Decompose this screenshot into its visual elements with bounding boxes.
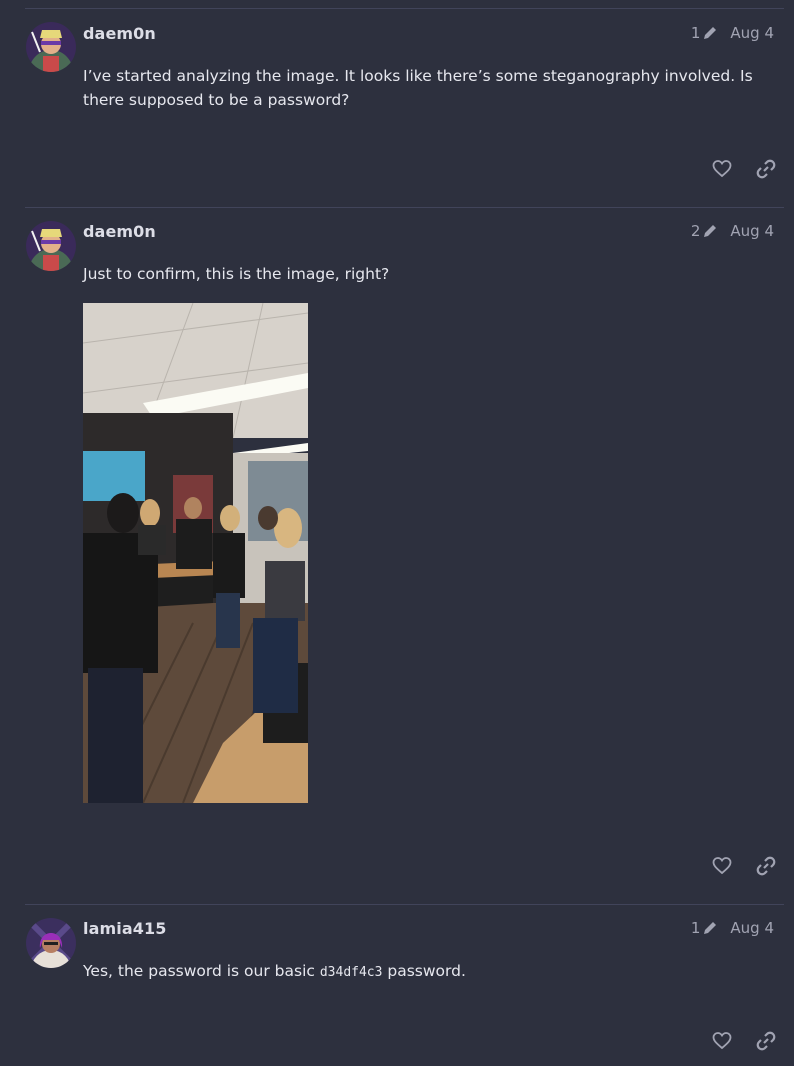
link-icon[interactable]	[756, 856, 776, 876]
avatar[interactable]	[26, 221, 76, 271]
post-date[interactable]: Aug 4	[730, 24, 774, 42]
post-date[interactable]: Aug 4	[730, 919, 774, 937]
username[interactable]: daem0n	[83, 222, 156, 241]
edit-count: 1	[690, 919, 701, 937]
post-actions	[712, 159, 776, 179]
post-body: Yes, the password is our basic d34df4c3 …	[83, 959, 773, 985]
post-divider	[25, 904, 784, 905]
password-code: d34df4c3	[319, 965, 383, 980]
avatar[interactable]	[26, 918, 76, 968]
post-date[interactable]: Aug 4	[730, 222, 774, 240]
pencil-icon	[702, 25, 718, 41]
edit-history[interactable]: 2	[691, 222, 719, 240]
heart-icon[interactable]	[712, 1031, 732, 1051]
body-text-before: Yes, the password is our basic	[83, 962, 320, 980]
post-meta: 1 Aug 4	[691, 919, 774, 937]
link-icon[interactable]	[756, 1031, 776, 1051]
avatar[interactable]	[26, 22, 76, 72]
post-body: I’ve started analyzing the image. It loo…	[83, 67, 753, 109]
post-actions	[712, 1031, 776, 1051]
edit-count: 1	[690, 24, 701, 42]
post-divider	[25, 8, 784, 9]
heart-icon[interactable]	[712, 159, 732, 179]
username[interactable]: lamia415	[83, 919, 166, 938]
post-meta: 1 Aug 4	[691, 24, 774, 42]
username[interactable]: daem0n	[83, 24, 156, 43]
pencil-icon	[702, 920, 718, 936]
edit-count: 2	[690, 222, 701, 240]
edit-history[interactable]: 1	[691, 919, 719, 937]
post-divider	[25, 207, 784, 208]
pencil-icon	[702, 223, 718, 239]
link-icon[interactable]	[756, 159, 776, 179]
heart-icon[interactable]	[712, 856, 732, 876]
body-text-after: password.	[382, 962, 466, 980]
party-photo[interactable]	[83, 303, 308, 803]
post-body: Just to confirm, this is the image, righ…	[83, 265, 390, 283]
post-actions	[712, 856, 776, 876]
edit-history[interactable]: 1	[691, 24, 719, 42]
post-meta: 2 Aug 4	[691, 222, 774, 240]
